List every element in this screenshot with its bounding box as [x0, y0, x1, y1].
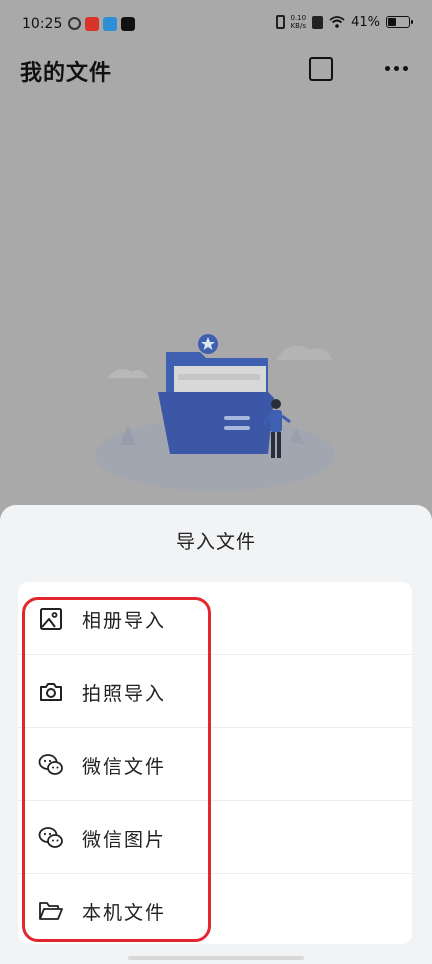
import-option-local-files[interactable]: 本机文件 — [18, 874, 412, 944]
import-option-label: 相册导入 — [82, 610, 167, 632]
vibrate-icon — [275, 15, 285, 29]
status-bar: 10:25 0.10 KB/s 41% — [0, 0, 432, 50]
import-options-list: 相册导入 拍照导入 微信文件 微信图片 本机文件 — [18, 582, 412, 944]
import-option-label: 本机文件 — [82, 902, 167, 924]
network-speed-unit: KB/s — [290, 22, 306, 30]
import-option-camera[interactable]: 拍照导入 — [18, 655, 412, 728]
screen: 10:25 0.10 KB/s 41% 我的文件 导入文件 相册导入 拍照导入 … — [0, 0, 432, 964]
status-indicators: 0.10 KB/s 41% — [275, 14, 413, 30]
wifi-icon — [329, 16, 345, 28]
more-options-icon[interactable] — [385, 66, 408, 71]
battery-fill — [388, 18, 396, 26]
import-option-label: 微信图片 — [82, 829, 167, 851]
wechat-icon — [38, 754, 63, 775]
battery-icon — [386, 16, 413, 28]
import-option-wechat-files[interactable]: 微信文件 — [18, 728, 412, 801]
home-indicator[interactable] — [128, 956, 304, 960]
image-icon — [40, 608, 62, 630]
camera-icon — [40, 683, 62, 701]
sheet-title: 导入文件 — [175, 531, 256, 553]
tiktok-icon — [121, 17, 135, 31]
network-speed-value: 0.10 — [290, 14, 307, 22]
link-app-icon — [68, 17, 81, 30]
wechat-icon — [38, 827, 63, 848]
import-option-wechat-images[interactable]: 微信图片 — [18, 801, 412, 874]
folder-open-icon — [39, 902, 63, 920]
page-title: 我的文件 — [20, 61, 113, 86]
import-option-label: 拍照导入 — [82, 683, 167, 705]
status-time: 10:25 — [22, 16, 63, 32]
blue-app-icon — [103, 17, 117, 31]
import-bottom-sheet: 导入文件 相册导入 拍照导入 微信文件 微信图片 本机文件 — [0, 505, 432, 964]
network-speed: 0.10 KB/s — [291, 14, 307, 30]
status-app-icons — [68, 17, 135, 31]
import-option-label: 微信文件 — [82, 756, 167, 778]
import-option-album[interactable]: 相册导入 — [18, 582, 412, 655]
app-header: 我的文件 — [0, 50, 432, 90]
battery-percent: 41% — [351, 14, 380, 30]
sim-icon — [312, 15, 324, 29]
red-app-icon — [85, 17, 99, 31]
empty-folder-illustration — [95, 334, 335, 491]
select-checkbox-icon[interactable] — [309, 57, 333, 81]
